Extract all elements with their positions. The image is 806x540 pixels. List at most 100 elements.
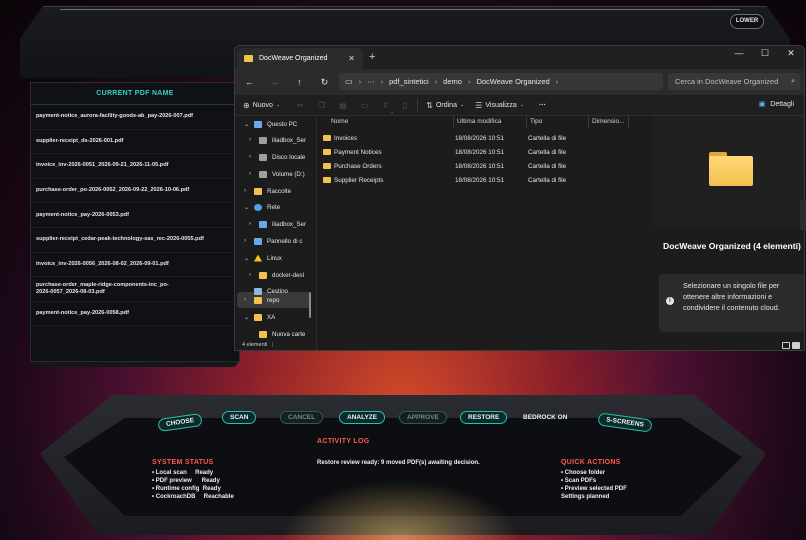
rename-icon[interactable]: ▭ (361, 101, 369, 110)
back-arrow-icon[interactable]: ← (237, 77, 262, 87)
lower-button[interactable]: LOWER (730, 14, 764, 29)
info-icon: i (666, 297, 674, 305)
tree-item-iliadbox-server[interactable]: › iliadbox_Ser (249, 132, 306, 148)
file-row[interactable]: Purchase Orders 18/08/2026 10:51 Cartell… (323, 159, 653, 173)
linux-icon (254, 254, 262, 262)
pdf-list-item[interactable]: supplier-receipt_cedar-peak-technology-s… (31, 228, 239, 253)
chevron-right-icon: › (244, 297, 246, 303)
tab-docweave-organized[interactable]: DocWeave Organized ✕ (237, 48, 363, 69)
details-view-icon[interactable] (782, 342, 790, 349)
address-bar[interactable]: ▭ › ··· › pdf_sintetici › demo › DocWeav… (339, 73, 663, 90)
tree-item-volume-d[interactable]: › Volume (D:) (249, 166, 305, 182)
search-input[interactable]: Cerca in DocWeave Organized ⌕ (668, 73, 800, 90)
column-divider[interactable] (628, 116, 629, 128)
folder-icon (323, 149, 331, 155)
copy-icon[interactable]: ❐ (318, 101, 325, 110)
column-header-type[interactable]: Tipo (530, 116, 542, 128)
pdf-list-item[interactable]: invoice_inv-2026-0051_2026-09-21_2026-11… (31, 154, 239, 179)
details-button[interactable]: ▣ Dettagli (759, 100, 794, 108)
nav-pane-scrollbar[interactable] (309, 292, 311, 318)
pdf-list-item[interactable]: purchase-order_maple-ridge-components-in… (31, 277, 239, 302)
maximize-button[interactable]: ☐ (752, 46, 778, 69)
up-arrow-icon[interactable]: ↑ (287, 77, 312, 87)
details-pane: DocWeave Organized (4 elementi) i Selezi… (653, 116, 804, 340)
file-row[interactable]: Supplier Receipts 18/08/2026 10:51 Carte… (323, 173, 653, 187)
breadcrumb-more[interactable]: ··· (367, 77, 375, 86)
sort-button[interactable]: ⇅ Ordina ⌄ (426, 101, 467, 110)
column-divider[interactable] (526, 116, 527, 128)
breadcrumb-item[interactable]: demo (443, 77, 462, 86)
file-name: Purchase Orders (334, 162, 382, 170)
tree-item-docker-desktop[interactable]: › docker-desl (249, 267, 304, 283)
tree-item-repo[interactable]: › repo (244, 292, 279, 308)
chevron-right-icon[interactable]: › (556, 77, 559, 86)
pdf-list-item[interactable]: supplier-receipt_ds-2026-001.pdf (31, 130, 239, 155)
share-icon[interactable]: ⇪ (382, 101, 389, 110)
quick-action-scan-pdfs[interactable]: • Scan PDFs (561, 477, 671, 485)
column-divider[interactable] (453, 116, 454, 128)
tree-item-rete[interactable]: ⌄ Rete (244, 199, 280, 215)
column-header-name[interactable]: Nome (331, 116, 348, 128)
chevron-right-icon: › (244, 188, 246, 194)
view-button[interactable]: ☰ Visualizza ⌄ (475, 101, 527, 110)
column-header-modified[interactable]: Ultima modifica (457, 116, 501, 128)
tree-item-questo-pc[interactable]: ⌄ Questo PC (244, 116, 297, 132)
chevron-right-icon: › (249, 154, 251, 160)
paste-icon[interactable]: ▤ (339, 101, 347, 110)
file-type: Cartella di file (528, 176, 567, 184)
cut-icon[interactable]: ✂ (297, 101, 304, 110)
new-label: Nuovo (252, 101, 273, 109)
quick-action-preview-pdf[interactable]: • Preview selected PDF (561, 485, 671, 493)
tree-item-raccolte[interactable]: › Raccolte (244, 183, 291, 199)
details-title: DocWeave Organized (4 elementi) (663, 241, 801, 251)
file-row[interactable]: Invoices 18/08/2026 10:51 Cartella di fi… (323, 131, 653, 145)
pdf-list: payment-notice_aurora-facility-goods-ab_… (31, 105, 239, 327)
close-window-button[interactable]: ✕ (778, 46, 804, 69)
chevron-down-icon: ⌄ (244, 314, 250, 321)
delete-icon[interactable]: ▯ (403, 101, 407, 110)
new-tab-button[interactable]: + (369, 51, 375, 63)
pdf-list-item[interactable]: payment-notice_aurora-facility-goods-ab_… (31, 105, 239, 130)
restore-button[interactable]: RESTORE (460, 411, 508, 424)
pdf-list-item[interactable]: purchase-order_po-2026-0052_2026-09-22_2… (31, 179, 239, 204)
tree-item-iliadbox-server-net[interactable]: › iliadbox_Ser (249, 216, 306, 232)
file-modified: 18/08/2026 10:51 (455, 162, 505, 170)
refresh-icon[interactable]: ↻ (312, 77, 337, 88)
close-tab-icon[interactable]: ✕ (348, 54, 355, 63)
analyze-button[interactable]: ANALYZE (339, 411, 386, 424)
tiles-view-icon[interactable] (792, 342, 800, 349)
pdf-list-item[interactable]: payment-notice_pay-2026-0053.pdf (31, 203, 239, 228)
sort-caret-icon: ⌃ (390, 112, 395, 118)
breadcrumb-item[interactable]: pdf_sintetici (389, 77, 429, 86)
bedrock-toggle-button[interactable]: BEDROCK ON (515, 411, 575, 424)
quick-action-settings: Settings planned (561, 494, 610, 500)
pdf-list-header: CURRENT PDF NAME (31, 83, 239, 105)
tree-item-linux[interactable]: ⌄ Linux (244, 250, 282, 266)
explorer-body: ⌄ Questo PC › iliadbox_Ser › Disco locale ›… (235, 112, 804, 350)
background-window-edge (800, 200, 806, 230)
folder-icon (323, 163, 331, 169)
approve-button[interactable]: APPROVE (399, 411, 447, 424)
quick-actions-title: QUICK ACTIONS (561, 459, 621, 466)
file-list: ⌃ Nome Ultima modifica Tipo Dimensio... … (317, 112, 653, 340)
cancel-button[interactable]: CANCEL (280, 411, 324, 424)
tree-item-disco-locale[interactable]: › Disco locale (249, 149, 305, 165)
scan-button[interactable]: SCAN (222, 411, 257, 424)
minimize-button[interactable]: — (726, 46, 752, 69)
status-separator: | (271, 342, 274, 348)
tree-item-xa[interactable]: ⌄ XA (244, 309, 275, 325)
more-options-button[interactable]: ··· (539, 102, 546, 109)
column-header-size[interactable]: Dimensio... (592, 116, 625, 128)
status-row-pdf-preview: • PDF preview Ready (152, 478, 220, 484)
chevron-right-icon: › (467, 77, 471, 86)
new-button[interactable]: ⊕ Nuovo ⌄ (243, 101, 283, 110)
breadcrumb-item[interactable]: DocWeave Organized (476, 77, 549, 86)
file-name: Supplier Receipts (334, 176, 384, 184)
column-divider[interactable] (588, 116, 589, 128)
forward-arrow-icon[interactable]: → (262, 77, 287, 87)
tree-item-pannello-di-controllo[interactable]: › Pannello di c (244, 233, 302, 249)
pdf-list-item[interactable]: invoice_inv-2026-0056_2026-08-02_2026-09… (31, 253, 239, 278)
quick-action-choose-folder[interactable]: • Choose folder (561, 469, 671, 477)
file-row[interactable]: Payment Notices 18/08/2026 10:51 Cartell… (323, 145, 653, 159)
pdf-list-item[interactable]: payment-notice_pay-2026-0058.pdf (31, 302, 239, 327)
